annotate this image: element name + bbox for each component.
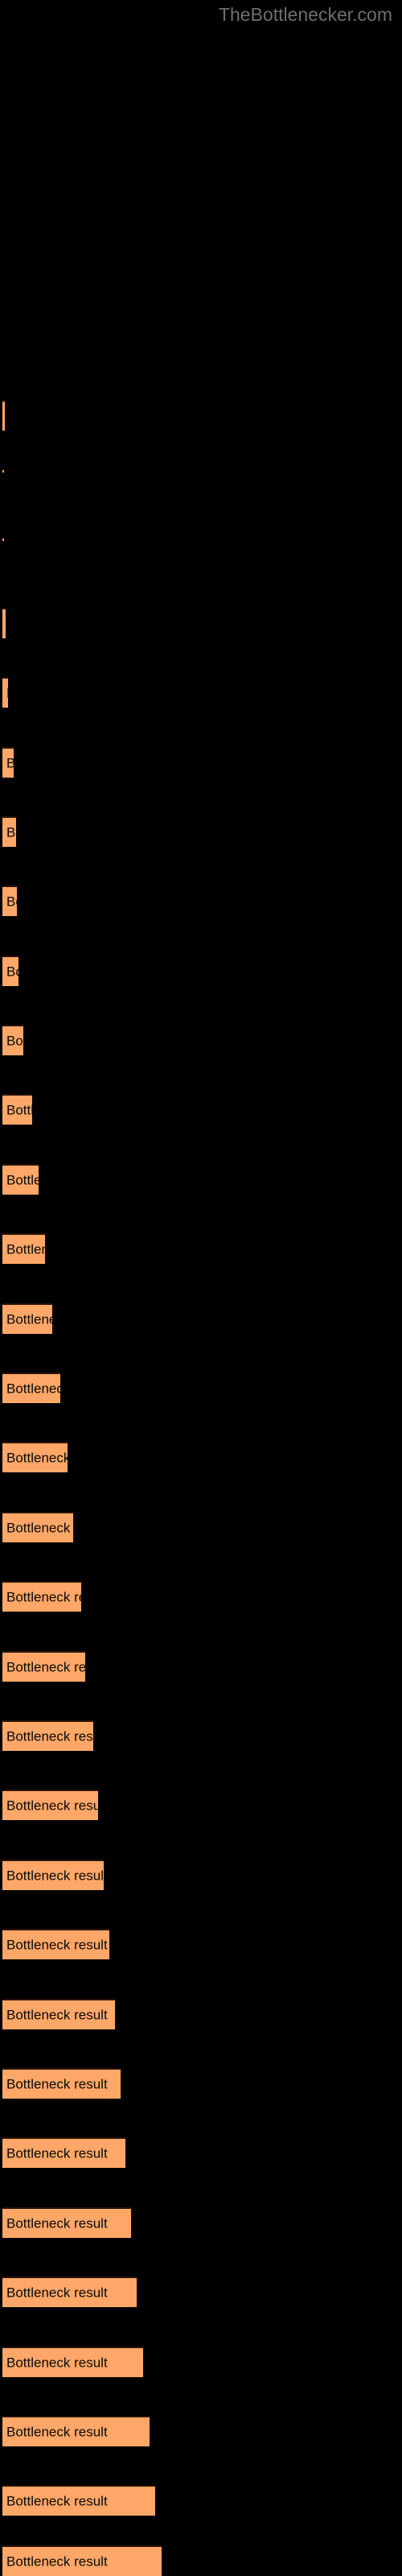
bar-row: Bottleneck result <box>2 1373 60 1403</box>
bar-bottleneck-result: Bottleneck result <box>2 1790 98 1820</box>
bar-row: Bottleneck result <box>2 2545 162 2576</box>
chart-root: TheBottlenecker.com Bottleneck resultBot… <box>0 0 402 2576</box>
bar-row: Bottleneck result <box>2 1233 45 1264</box>
bar-bottleneck-result: Bottleneck result <box>2 816 16 847</box>
bar-row: Bottleneck result <box>2 1720 93 1751</box>
bar-label: Bottleneck result <box>6 2493 108 2509</box>
bar-row: Bottleneck result <box>2 956 18 986</box>
bar-label: Bottleneck result <box>6 1102 32 1118</box>
bar-bottleneck-result: Bottleneck result <box>2 608 6 638</box>
bar-bottleneck-result: Bottleneck result <box>2 677 8 708</box>
bar-row: Bottleneck result <box>2 400 5 431</box>
bar-bottleneck-result: Bottleneck result <box>2 956 18 986</box>
bar-bottleneck-result: Bottleneck result <box>2 1651 85 1682</box>
bar-label: Bottleneck result <box>6 1868 104 1884</box>
bar-row <box>2 538 4 541</box>
bar-label: Bottleneck result <box>6 824 16 840</box>
bar-bottleneck-result: Bottleneck result <box>2 1720 93 1751</box>
bar-bottleneck-result: Bottleneck result <box>2 1860 104 1890</box>
bar-row: Bottleneck result <box>2 1442 68 1472</box>
bar-row: Bottleneck result <box>2 1512 73 1542</box>
bar-row: Bottleneck result <box>2 1581 81 1612</box>
bar-bottleneck-result: Bottleneck result <box>2 2545 162 2576</box>
bar-bottleneck-result: Bottleneck result <box>2 2207 131 2238</box>
bar-label: Bottleneck result <box>6 1241 45 1257</box>
bar-row: Bottleneck result <box>2 1790 98 1820</box>
bar-label: Bottleneck result <box>6 1728 93 1744</box>
bar-row: Bottleneck result <box>2 2485 155 2516</box>
bar-row: Bottleneck result <box>2 1929 109 1959</box>
bar-bottleneck-result: Bottleneck result <box>2 747 14 778</box>
bar-chart-plot-area: Bottleneck result Bottleneck result Bottle… <box>0 0 402 2576</box>
bar-row: Bottleneck result <box>2 2207 131 2238</box>
bar-row: Bottleneck result <box>2 1025 23 1055</box>
bar-label: Bottleneck result <box>6 1520 73 1536</box>
bar-label: Bottleneck result <box>6 1450 68 1466</box>
bar-row: Bottleneck result <box>2 1860 104 1890</box>
bar-row <box>2 469 4 473</box>
bar-row: Bottleneck result <box>2 1651 85 1682</box>
bar-label: Bottleneck result <box>6 2355 108 2371</box>
bar-label: Bottleneck result <box>6 1589 81 1605</box>
bar-label: Bottleneck result <box>6 894 17 910</box>
bar-bottleneck-result: Bottleneck result <box>2 2277 137 2307</box>
bar-bottleneck-result: Bottleneck result <box>2 1233 45 1264</box>
bar-bottleneck-result: Bottleneck result <box>2 2068 121 2099</box>
bar-bottleneck-result: Bottleneck result <box>2 1373 60 1403</box>
bar-bottleneck-result: Bottleneck result <box>2 1999 115 2029</box>
bar-row: Bottleneck result <box>2 1164 39 1195</box>
bar-label: Bottleneck result <box>6 2215 108 2231</box>
bar-bottleneck-result: Bottleneck result <box>2 1442 68 1472</box>
bar-bottleneck-result: Bottleneck result <box>2 1512 73 1542</box>
bar-row: Bottleneck result <box>2 2068 121 2099</box>
bar-bottleneck-result <box>2 538 4 541</box>
bar-bottleneck-result: Bottleneck result <box>2 1929 109 1959</box>
bar-label: Bottleneck result <box>6 686 8 701</box>
bar-bottleneck-result: Bottleneck result <box>2 2416 150 2446</box>
bar-label: Bottleneck result <box>6 1311 52 1327</box>
bar-label: Bottleneck result <box>6 1937 108 1953</box>
bar-bottleneck-result: Bottleneck result <box>2 1094 32 1125</box>
bar-label: Bottleneck result <box>6 756 14 771</box>
bar-label: Bottleneck result <box>6 1381 60 1397</box>
bar-row: Bottleneck result <box>2 1303 52 1334</box>
bar-label: Bottleneck result <box>6 1798 98 1814</box>
bar-bottleneck-result <box>2 469 4 473</box>
bar-row: Bottleneck result <box>2 2347 143 2377</box>
bar-bottleneck-result: Bottleneck result <box>2 1164 39 1195</box>
bar-bottleneck-result: Bottleneck result <box>2 2485 155 2516</box>
bar-label: Bottleneck result <box>6 1172 39 1188</box>
bar-bottleneck-result: Bottleneck result <box>2 2137 125 2168</box>
bar-bottleneck-result: Bottleneck result <box>2 400 5 431</box>
bar-row: Bottleneck result <box>2 2277 137 2307</box>
bar-row: Bottleneck result <box>2 747 14 778</box>
bar-label: Bottleneck result <box>6 2285 108 2301</box>
bar-row: Bottleneck result <box>2 608 6 638</box>
bar-bottleneck-result: Bottleneck result <box>2 1581 81 1612</box>
bar-row: Bottleneck result <box>2 677 8 708</box>
bar-label: Bottleneck result <box>6 2076 108 2092</box>
bar-bottleneck-result: Bottleneck result <box>2 1025 23 1055</box>
bar-row: Bottleneck result <box>2 1094 32 1125</box>
bar-label: Bottleneck result <box>6 2424 108 2440</box>
bar-label: Bottleneck result <box>6 964 18 980</box>
bar-label: Bottleneck result <box>6 2007 108 2023</box>
bar-bottleneck-result: Bottleneck result <box>2 886 17 916</box>
bar-row: Bottleneck result <box>2 816 16 847</box>
bar-label: Bottleneck result <box>6 1659 85 1675</box>
bar-label: Bottleneck result <box>6 2553 108 2570</box>
bar-row: Bottleneck result <box>2 1999 115 2029</box>
bar-bottleneck-result: Bottleneck result <box>2 1303 52 1334</box>
bar-label: Bottleneck result <box>6 2145 108 2161</box>
bar-row: Bottleneck result <box>2 886 17 916</box>
bar-bottleneck-result: Bottleneck result <box>2 2347 143 2377</box>
bar-label: Bottleneck result <box>6 1033 23 1049</box>
bar-row: Bottleneck result <box>2 2137 125 2168</box>
bar-row: Bottleneck result <box>2 2416 150 2446</box>
